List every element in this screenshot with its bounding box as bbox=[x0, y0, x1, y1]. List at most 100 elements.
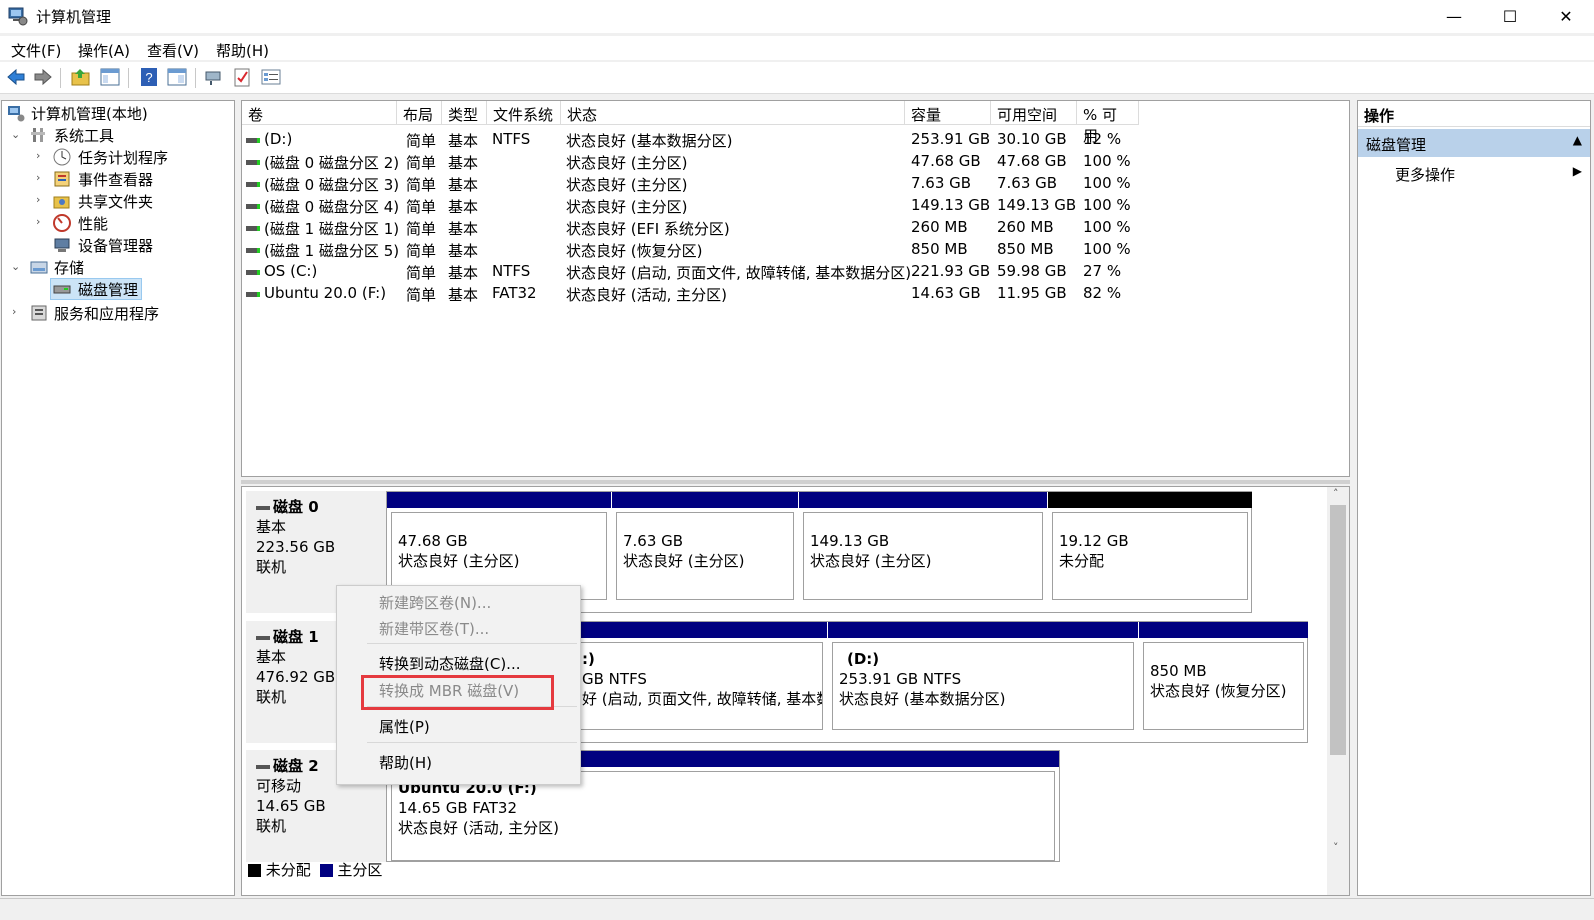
menu-file[interactable]: 文件(F) bbox=[11, 40, 61, 61]
table-row[interactable]: Ubuntu 20.0 (F:) 简单 基本 FAT32 状态良好 (活动, 主分区) 1… bbox=[242, 283, 1347, 305]
table-row[interactable]: (磁盘 0 磁盘分区 2) 简单 基本 状态良好 (主分区) 47.68 GB 47.68… bbox=[242, 151, 1347, 173]
vertical-scrollbar[interactable]: ˄ ˅ bbox=[1327, 487, 1349, 895]
status-bar bbox=[0, 898, 1594, 920]
partition[interactable]: 149.13 GB 状态良好 (主分区) bbox=[799, 492, 1047, 608]
actions-pane: 操作 磁盘管理 ▲ 更多操作 ▶ bbox=[1357, 100, 1591, 896]
table-cell: 基本 bbox=[448, 176, 479, 194]
table-cell: 7.63 GB bbox=[997, 174, 1058, 192]
storage-icon bbox=[30, 261, 48, 274]
disk-icon bbox=[256, 505, 270, 510]
toolbar-separator bbox=[60, 68, 61, 88]
pane-splitter[interactable] bbox=[241, 480, 1350, 484]
help-icon[interactable]: ? bbox=[138, 66, 160, 88]
menu-properties[interactable]: 属性(P) bbox=[379, 716, 430, 737]
column-header-percent-free[interactable]: % 可用 bbox=[1077, 101, 1139, 145]
menu-convert-dynamic[interactable]: 转换到动态磁盘(C)... bbox=[379, 653, 520, 674]
column-header-free-space[interactable]: 可用空间 bbox=[991, 101, 1077, 125]
tree-item-storage[interactable]: 存储 bbox=[54, 257, 84, 278]
partition-status: 状态良好 (主分区) bbox=[810, 552, 932, 570]
primary-swatch bbox=[319, 864, 333, 877]
table-cell: OS (C:) bbox=[264, 262, 318, 280]
table-row[interactable]: (磁盘 1 磁盘分区 5) 简单 基本 状态良好 (恢复分区) 850 MB 850 MB… bbox=[242, 239, 1347, 261]
table-cell: (磁盘 0 磁盘分区 3) bbox=[264, 176, 400, 194]
table-cell: 简单 bbox=[406, 176, 437, 194]
table-row[interactable]: OS (C:) 简单 基本 NTFS 状态良好 (启动, 页面文件, 故障转储, 基本数… bbox=[242, 261, 1347, 283]
tree-item-disk-management[interactable]: 磁盘管理 bbox=[78, 279, 138, 300]
menu-new-spanned-volume[interactable]: 新建跨区卷(N)... bbox=[379, 592, 491, 613]
partition-status: 状态良好 (基本数据分区) bbox=[839, 690, 1006, 708]
partition[interactable]: (D:) 253.91 GB NTFS 状态良好 (基本数据分区) bbox=[828, 622, 1138, 738]
legend-primary: 主分区 bbox=[337, 861, 383, 879]
scroll-up-icon[interactable]: ˄ bbox=[1333, 487, 1339, 500]
computer-management-icon bbox=[8, 106, 25, 122]
table-row[interactable]: (磁盘 0 磁盘分区 3) 简单 基本 状态良好 (主分区) 7.63 GB 7.63 G… bbox=[242, 173, 1347, 195]
table-cell: (磁盘 0 磁盘分区 2) bbox=[264, 154, 400, 172]
connect-icon[interactable] bbox=[203, 66, 225, 88]
table-row[interactable]: (磁盘 1 磁盘分区 1) 简单 基本 状态良好 (EFI 系统分区) 260 MB 26… bbox=[242, 217, 1347, 239]
partition-unallocated[interactable]: 19.12 GB 未分配 bbox=[1048, 492, 1252, 608]
menu-action[interactable]: 操作(A) bbox=[78, 40, 130, 61]
column-header-layout[interactable]: 布局 bbox=[397, 101, 442, 125]
chevron-right-icon[interactable]: › bbox=[36, 193, 40, 206]
disk-state: 联机 bbox=[256, 558, 287, 576]
partition-size: 19.12 GB bbox=[1059, 532, 1129, 550]
table-row[interactable]: (D:) 简单 基本 NTFS 状态良好 (基本数据分区) 253.91 GB 30.10 … bbox=[242, 129, 1347, 151]
tree-root[interactable]: 计算机管理(本地) bbox=[31, 103, 148, 124]
column-header-volume[interactable]: 卷 bbox=[242, 101, 397, 125]
back-icon[interactable] bbox=[5, 66, 27, 88]
tree-item-shared-folders[interactable]: 共享文件夹 bbox=[78, 191, 153, 212]
table-cell: 100 % bbox=[1083, 152, 1131, 170]
tree-item-system-tools[interactable]: 系统工具 bbox=[54, 125, 114, 146]
svg-text:?: ? bbox=[145, 70, 152, 85]
table-cell: 基本 bbox=[448, 132, 479, 150]
chevron-right-icon[interactable]: › bbox=[12, 305, 16, 318]
partition[interactable]: 7.63 GB 状态良好 (主分区) bbox=[612, 492, 798, 608]
column-header-capacity[interactable]: 容量 bbox=[905, 101, 991, 125]
toolbar-separator bbox=[128, 68, 129, 88]
partition-title: (D:) bbox=[847, 650, 880, 668]
minimize-button[interactable]: — bbox=[1426, 0, 1482, 33]
collapse-icon[interactable]: ▲ bbox=[1573, 133, 1582, 147]
menu-view[interactable]: 查看(V) bbox=[147, 40, 199, 61]
tree-item-services-apps[interactable]: 服务和应用程序 bbox=[54, 303, 159, 324]
scroll-thumb[interactable] bbox=[1330, 505, 1346, 755]
check-icon[interactable] bbox=[231, 66, 253, 88]
column-header-type[interactable]: 类型 bbox=[442, 101, 487, 125]
column-header-status[interactable]: 状态 bbox=[561, 101, 905, 125]
column-header-filesystem[interactable]: 文件系统 bbox=[487, 101, 561, 125]
table-cell: 状态良好 (活动, 主分区) bbox=[566, 286, 728, 304]
forward-icon[interactable] bbox=[32, 66, 54, 88]
table-cell: 260 MB bbox=[911, 218, 968, 236]
more-actions[interactable]: 更多操作 ▶ bbox=[1358, 159, 1590, 187]
show-hide-tree-icon[interactable] bbox=[99, 66, 121, 88]
details-icon[interactable] bbox=[260, 66, 282, 88]
tree-item-performance[interactable]: 性能 bbox=[78, 213, 108, 234]
chevron-right-icon[interactable]: › bbox=[36, 215, 40, 228]
menu-help[interactable]: 帮助(H) bbox=[216, 40, 269, 61]
table-row[interactable]: (磁盘 0 磁盘分区 4) 简单 基本 状态良好 (主分区) 149.13 GB 149.… bbox=[242, 195, 1347, 217]
tree-item-task-scheduler[interactable]: 任务计划程序 bbox=[78, 147, 168, 168]
chevron-right-icon[interactable]: › bbox=[36, 149, 40, 162]
table-cell: 850 MB bbox=[911, 240, 968, 258]
menu-help-item[interactable]: 帮助(H) bbox=[379, 752, 432, 773]
close-button[interactable]: ✕ bbox=[1538, 0, 1594, 33]
maximize-button[interactable]: ☐ bbox=[1482, 0, 1538, 33]
chevron-down-icon[interactable]: ⌄ bbox=[11, 128, 20, 141]
tree-item-event-viewer[interactable]: 事件查看器 bbox=[78, 169, 153, 190]
chevron-down-icon[interactable]: ⌄ bbox=[11, 260, 20, 273]
device-manager-icon bbox=[54, 238, 70, 252]
table-cell: 简单 bbox=[406, 132, 437, 150]
disk-icon bbox=[256, 635, 270, 640]
up-folder-icon[interactable] bbox=[70, 66, 92, 88]
scroll-down-icon[interactable]: ˅ bbox=[1333, 841, 1339, 854]
disk-management-icon bbox=[53, 285, 71, 294]
actions-section[interactable]: 磁盘管理 ▲ bbox=[1358, 129, 1590, 157]
submenu-arrow-icon: ▶ bbox=[1572, 164, 1582, 178]
tree-item-device-manager[interactable]: 设备管理器 bbox=[78, 235, 153, 256]
chevron-right-icon[interactable]: › bbox=[36, 171, 40, 184]
properties-icon[interactable] bbox=[166, 66, 188, 88]
table-cell: 简单 bbox=[406, 198, 437, 216]
volume-icon bbox=[246, 160, 260, 165]
partition[interactable]: 850 MB 状态良好 (恢复分区) bbox=[1139, 622, 1308, 738]
menu-new-striped-volume[interactable]: 新建带区卷(T)... bbox=[379, 618, 489, 639]
